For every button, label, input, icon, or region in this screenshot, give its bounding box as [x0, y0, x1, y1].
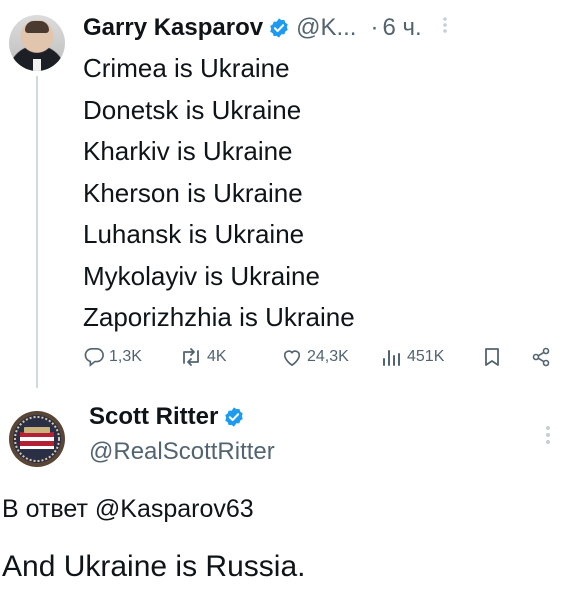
tweet1-handle[interactable]: @K... — [296, 14, 356, 42]
tweet1-timestamp[interactable]: 6 ч. — [382, 14, 421, 42]
verified-badge-icon — [223, 406, 245, 428]
reply-to-label[interactable]: В ответ @Kasparov63 — [2, 495, 254, 524]
more-options-icon[interactable] — [545, 426, 551, 447]
reply-button[interactable]: 1,3K — [83, 342, 142, 372]
avatar-scott-ritter[interactable] — [8, 410, 66, 468]
tweet-line: Kherson is Ukraine — [83, 177, 303, 208]
tweet-line: Kharkiv is Ukraine — [83, 136, 293, 166]
avatar-hair — [25, 21, 49, 33]
bookmark-icon — [485, 348, 499, 366]
dot — [546, 426, 550, 430]
more-options-icon[interactable] — [442, 15, 448, 41]
tweet-line: Donetsk is Ukraine — [83, 94, 302, 125]
tweet1-text: Crimea is Ukraine Donetsk is Ukraine Kha… — [83, 48, 355, 339]
avatar-shirt — [33, 59, 41, 71]
thread-line — [36, 76, 38, 388]
tweet2-text: And Ukraine is Russia. — [2, 550, 306, 583]
share-button[interactable] — [531, 342, 555, 372]
avatar-garry-kasparov[interactable] — [9, 15, 65, 71]
tweet-line: Crimea is Ukraine — [83, 53, 290, 83]
like-count: 24,3K — [307, 348, 349, 365]
views-icon — [383, 350, 400, 366]
reply-icon — [84, 348, 104, 367]
tweet1-author-name[interactable]: Garry Kasparov — [83, 14, 263, 42]
separator-dot: · — [370, 14, 379, 41]
dot — [546, 440, 550, 444]
bookmark-button[interactable] — [483, 342, 505, 372]
tweet-line: Luhansk is Ukraine — [83, 219, 305, 249]
heart-icon — [283, 350, 301, 367]
verified-badge-icon — [268, 17, 290, 39]
tweet2-author-name[interactable]: Scott Ritter — [89, 403, 218, 431]
share-icon — [532, 347, 550, 367]
tweet-line: Mykolayiv is Ukraine — [83, 260, 320, 291]
repost-count: 4K — [207, 348, 227, 365]
repost-button[interactable]: 4K — [179, 342, 227, 372]
repost-icon — [183, 348, 199, 366]
dot — [546, 433, 550, 437]
tweet1-actions: 1,3K 4K 24,3K 451K — [83, 342, 563, 372]
reply-count: 1,3K — [109, 348, 142, 365]
tweet2-handle[interactable]: @RealScottRitter — [89, 438, 275, 466]
tweet2-header: Scott Ritter — [89, 400, 245, 434]
like-button[interactable]: 24,3K — [281, 342, 349, 372]
views-count: 451K — [407, 348, 445, 365]
views-button[interactable]: 451K — [381, 342, 444, 372]
tweet-line: Zaporizhzhia is Ukraine — [83, 302, 355, 332]
tweet1-header: Garry Kasparov @K... · 6 ч. — [83, 12, 448, 44]
